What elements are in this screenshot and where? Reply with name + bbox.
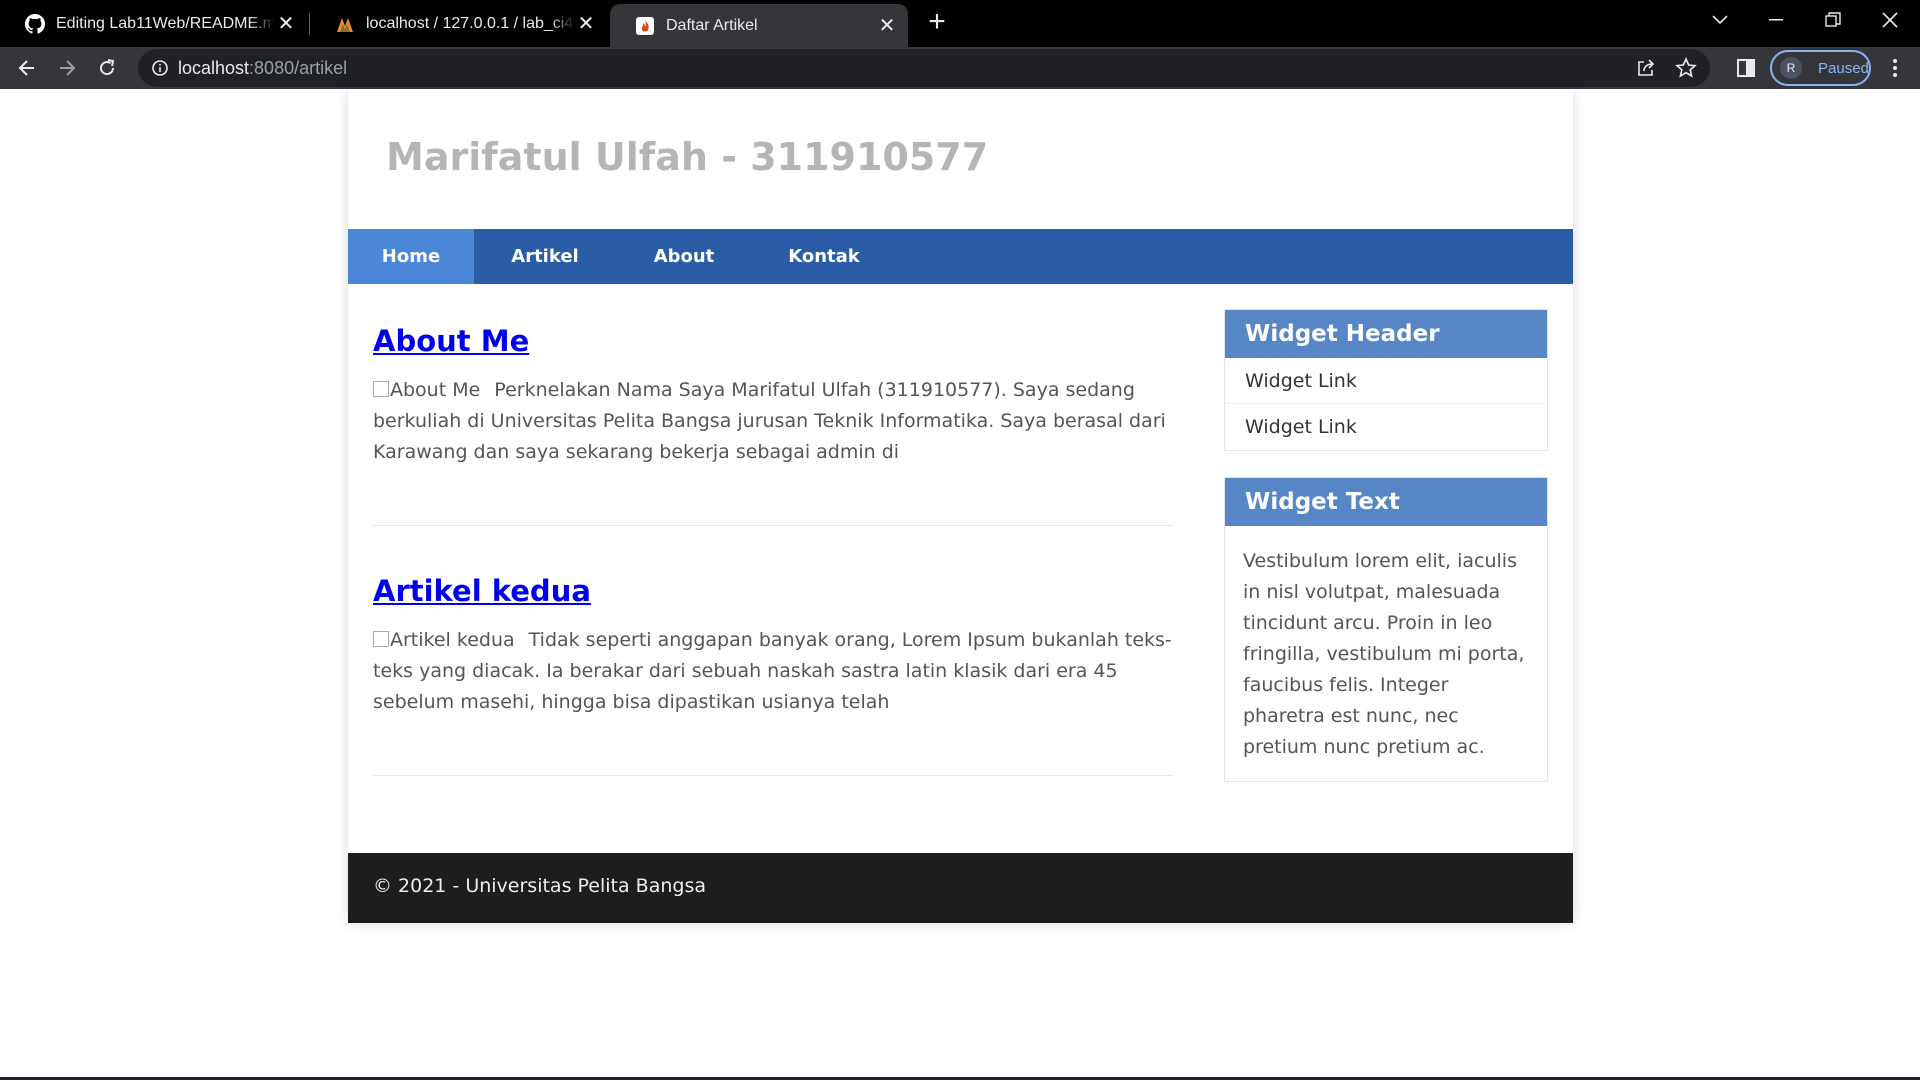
tab-title: localhost / 127.0.0.1 / lab_ci4 / artike… xyxy=(366,14,575,32)
side-panel-icon[interactable] xyxy=(1735,57,1757,79)
browser-tab-phpmyadmin[interactable]: localhost / 127.0.0.1 / lab_ci4 / artike… xyxy=(310,4,607,43)
url-host: localhost xyxy=(178,58,250,78)
nav-about[interactable]: About xyxy=(616,229,752,284)
site-header: Marifatul Ulfah - 311910577 xyxy=(348,89,1573,229)
browser-toolbar: localhost:8080/artikel R Paused xyxy=(0,47,1920,89)
broken-image-icon xyxy=(373,631,389,647)
main-nav: Home Artikel About Kontak xyxy=(348,229,1573,284)
page-viewport: Marifatul Ulfah - 311910577 Home Artikel… xyxy=(0,89,1920,1077)
close-icon[interactable]: ✕ xyxy=(876,15,898,37)
github-icon xyxy=(25,13,45,34)
article-image-alt: Artikel kedua xyxy=(390,629,515,651)
close-icon[interactable]: ✕ xyxy=(275,13,297,35)
share-icon[interactable] xyxy=(1636,58,1656,78)
article-image-alt: About Me xyxy=(390,379,481,401)
url-text: localhost:8080/artikel xyxy=(178,58,347,79)
tab-title: Daftar Artikel xyxy=(666,16,758,34)
widget-text-title: Widget Text xyxy=(1225,478,1547,526)
tab-strip: Editing Lab11Web/README.md at ✕ localhos… xyxy=(0,0,1920,47)
close-icon[interactable]: ✕ xyxy=(575,13,597,35)
article-divider xyxy=(373,525,1173,526)
article-image: About Me xyxy=(373,375,480,406)
site-title: Marifatul Ulfah - 311910577 xyxy=(386,135,989,179)
widget-links: Widget Header Widget Link Widget Link xyxy=(1224,309,1548,451)
article-divider xyxy=(373,775,1173,776)
avatar: R xyxy=(1780,57,1802,79)
nav-artikel[interactable]: Artikel xyxy=(474,229,616,284)
site-footer: © 2021 - Universitas Pelita Bangsa xyxy=(348,853,1573,923)
nav-kontak[interactable]: Kontak xyxy=(752,229,896,284)
back-icon[interactable] xyxy=(10,51,44,85)
widget-link[interactable]: Widget Link xyxy=(1225,404,1547,450)
broken-image-icon xyxy=(373,381,389,397)
profile-status: Paused xyxy=(1818,59,1869,77)
restore-icon[interactable] xyxy=(1803,0,1863,40)
profile-button[interactable]: R Paused xyxy=(1770,50,1871,86)
more-menu-icon[interactable] xyxy=(1883,55,1907,81)
info-icon[interactable] xyxy=(150,58,170,78)
tab-search-chevron-icon[interactable] xyxy=(1690,0,1750,40)
new-tab-icon[interactable]: + xyxy=(922,7,952,38)
widget-text-body: Vestibulum lorem elit, iaculis in nisl v… xyxy=(1243,550,1525,758)
nav-home[interactable]: Home xyxy=(348,229,474,284)
widget-link[interactable]: Widget Link xyxy=(1225,358,1547,404)
minimize-icon[interactable] xyxy=(1746,0,1806,40)
article-excerpt: Artikel kedua Tidak seperti anggapan bany… xyxy=(373,625,1173,718)
article-title-link[interactable]: About Me xyxy=(373,324,529,358)
url-path: :8080/artikel xyxy=(249,58,348,78)
widget-header-title: Widget Header xyxy=(1225,310,1547,358)
article-excerpt-text: Perknelakan Nama Saya Marifatul Ulfah (3… xyxy=(373,379,1166,463)
phpmyadmin-icon xyxy=(335,14,355,34)
close-window-icon[interactable] xyxy=(1860,0,1920,40)
article-image: Artikel kedua xyxy=(373,625,515,656)
tab-title: Editing Lab11Web/README.md at xyxy=(56,14,275,32)
article-title-link[interactable]: Artikel kedua xyxy=(373,574,591,608)
reload-icon[interactable] xyxy=(90,51,124,85)
browser-tab-github[interactable]: Editing Lab11Web/README.md at ✕ xyxy=(0,4,307,43)
bookmark-star-icon[interactable] xyxy=(1675,56,1697,79)
browser-tab-active[interactable]: Daftar Artikel ✕ xyxy=(610,4,908,47)
page-container: Marifatul Ulfah - 311910577 Home Artikel… xyxy=(348,89,1573,923)
widget-text: Widget Text Vestibulum lorem elit, iacul… xyxy=(1224,477,1548,782)
article-excerpt: About Me Perknelakan Nama Saya Marifatul … xyxy=(373,375,1173,468)
codeigniter-icon xyxy=(635,16,655,36)
forward-icon[interactable] xyxy=(50,51,84,85)
address-bar[interactable]: localhost:8080/artikel xyxy=(138,49,1710,87)
footer-copyright: © 2021 - Universitas Pelita Bangsa xyxy=(373,875,706,897)
